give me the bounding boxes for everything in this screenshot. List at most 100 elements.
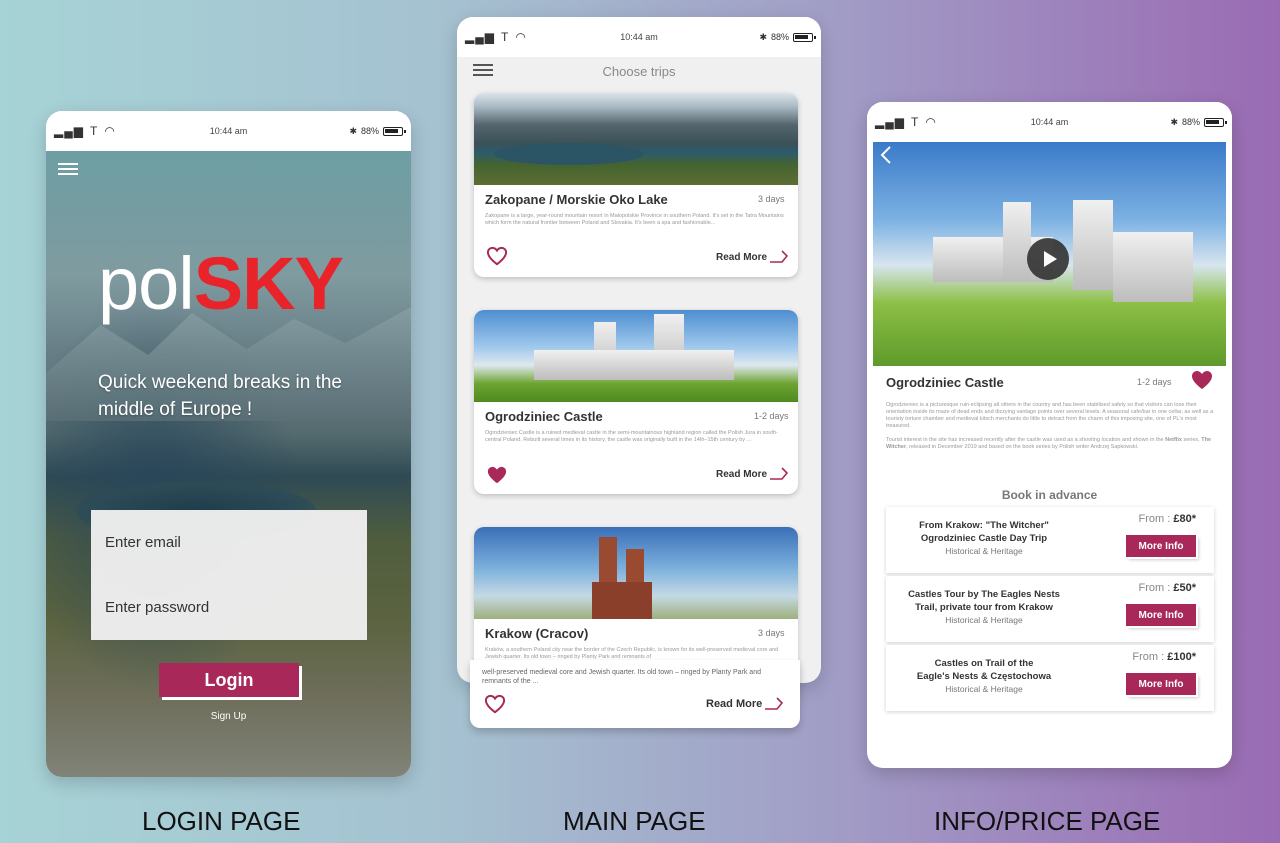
trip-card[interactable]: Zakopane / Morskie Oko Lake 3 days Zakop… bbox=[474, 93, 798, 277]
castle-tower bbox=[1003, 202, 1031, 282]
email-field[interactable] bbox=[91, 510, 367, 575]
caption-main: MAIN PAGE bbox=[563, 806, 706, 836]
offer-item: Castles Tour by The Eagles Nests Trail, p… bbox=[886, 576, 1214, 642]
wifi-icon: ◠ bbox=[515, 30, 527, 44]
castle-tower bbox=[1073, 200, 1113, 290]
login-form bbox=[91, 510, 367, 640]
heart-filled-icon[interactable] bbox=[1190, 369, 1214, 391]
castle-wall bbox=[1113, 232, 1193, 302]
trip-days: 1-2 days bbox=[754, 411, 789, 421]
read-more-link[interactable]: Read More bbox=[716, 250, 789, 264]
trip-days: 1-2 days bbox=[1137, 377, 1172, 387]
status-time: 10:44 am bbox=[620, 32, 658, 42]
description-paragraph: Ogrodzieniec is a picturesque ruin eclip… bbox=[886, 402, 1214, 429]
trip-description: Kraków, a southern Poland city near the … bbox=[485, 647, 779, 660]
wifi-icon: ◠ bbox=[925, 115, 937, 129]
carrier-icon: T bbox=[910, 115, 920, 129]
trip-card-overflow[interactable]: well-preserved medieval core and Jewish … bbox=[470, 660, 800, 728]
castle-wall bbox=[534, 350, 734, 380]
trip-description: Zakopane is a large, year-round mountain… bbox=[485, 213, 784, 226]
battery-icon bbox=[793, 32, 816, 42]
church-body bbox=[592, 582, 652, 619]
caption-info: INFO/PRICE PAGE bbox=[934, 806, 1161, 836]
offer-price: From : £50* bbox=[1138, 582, 1196, 594]
hamburger-menu-icon[interactable] bbox=[58, 163, 78, 177]
heart-outline-icon[interactable] bbox=[484, 694, 506, 714]
read-more-label: Read More bbox=[716, 468, 768, 480]
caption-login: LOGIN PAGE bbox=[142, 806, 301, 836]
status-bar: ▂▄▆ T ◠ 10:44 am ✱ 88% bbox=[457, 17, 821, 57]
app-logo: polSKY bbox=[98, 242, 344, 325]
carrier-icon: T bbox=[500, 30, 510, 44]
app-bar: Choose trips bbox=[457, 57, 821, 85]
battery-percent: 88% bbox=[1181, 117, 1200, 127]
signal-icon: ▂▄▆ bbox=[54, 124, 84, 138]
trip-title: Krakow (Cracov) bbox=[485, 626, 589, 641]
carrier-icon: T bbox=[89, 124, 99, 138]
status-bar: ▂▄▆ T ◠ 10:44 am ✱ 88% bbox=[867, 102, 1232, 142]
back-chevron-icon[interactable] bbox=[880, 146, 892, 164]
battery-icon bbox=[1204, 117, 1227, 127]
bluetooth-icon: ✱ bbox=[1170, 116, 1178, 127]
tagline: Quick weekend breaks in the middle of Eu… bbox=[98, 372, 342, 420]
wifi-icon: ◠ bbox=[104, 124, 116, 138]
page-title: Choose trips bbox=[602, 63, 676, 79]
read-more-label: Read More bbox=[716, 251, 768, 263]
bluetooth-icon: ✱ bbox=[759, 31, 767, 42]
status-bar: ▂▄▆ T ◠ 10:44 am ✱ 88% bbox=[46, 111, 411, 151]
login-phone: ▂▄▆ T ◠ 10:44 am ✱ 88% polSKY Quick week… bbox=[46, 111, 411, 777]
arrow-right-icon bbox=[765, 697, 784, 710]
signal-icons: ▂▄▆ T ◠ bbox=[54, 124, 116, 138]
play-video-button[interactable] bbox=[1027, 238, 1069, 280]
signal-icons: ▂▄▆ T ◠ bbox=[875, 115, 937, 129]
status-right: ✱ 88% bbox=[349, 125, 406, 137]
offer-title: From Krakow: "The Witcher" Ogrodziniec Ca… bbox=[919, 520, 1049, 556]
trip-card[interactable]: Ogrodziniec Castle 1-2 days Ogrodzieniec… bbox=[474, 310, 798, 494]
trip-image bbox=[474, 310, 798, 402]
password-field[interactable] bbox=[91, 575, 367, 640]
trip-image bbox=[474, 93, 798, 185]
battery-percent: 88% bbox=[770, 32, 789, 42]
offer-title: Castles Tour by The Eagles Nests Trail, p… bbox=[908, 589, 1060, 625]
offer-price: From : £80* bbox=[1138, 513, 1196, 525]
signal-icons: ▂▄▆ T ◠ bbox=[465, 30, 527, 44]
trip-title: Zakopane / Morskie Oko Lake bbox=[485, 192, 668, 207]
more-info-button[interactable]: More Info bbox=[1126, 604, 1196, 626]
status-right: ✱ 88% bbox=[1170, 116, 1227, 128]
signup-link[interactable]: Sign Up bbox=[46, 711, 411, 722]
trip-days: 3 days bbox=[758, 194, 785, 204]
offer-item: Castles on Trail of the Eagle's Nests & C… bbox=[886, 645, 1214, 711]
offer-title: Castles on Trail of the Eagle's Nests & C… bbox=[916, 658, 1052, 694]
trip-description: Ogrodzieniec Castle is a ruined medieval… bbox=[485, 430, 778, 443]
offer-item: From Krakow: "The Witcher" Ogrodziniec Ca… bbox=[886, 507, 1214, 573]
login-button[interactable]: Login bbox=[159, 663, 299, 697]
lake-shape bbox=[494, 143, 644, 165]
status-right: ✱ 88% bbox=[759, 31, 816, 43]
read-more-link[interactable]: Read More bbox=[716, 467, 789, 481]
description-paragraph: Tourist interest in the site has increas… bbox=[886, 437, 1211, 450]
book-heading: Book in advance bbox=[1001, 488, 1098, 502]
info-phone: ▂▄▆ T ◠ 10:44 am ✱ 88% Ogrodziniec Castl… bbox=[867, 102, 1232, 768]
more-info-button[interactable]: More Info bbox=[1126, 673, 1196, 695]
heart-filled-icon[interactable] bbox=[486, 465, 508, 485]
battery-percent: 88% bbox=[360, 126, 379, 136]
bluetooth-icon: ✱ bbox=[349, 125, 357, 136]
trip-title: Ogrodziniec Castle bbox=[485, 409, 603, 424]
signal-icon: ▂▄▆ bbox=[875, 115, 905, 129]
signal-icon: ▂▄▆ bbox=[465, 30, 495, 44]
read-more-link[interactable]: Read More bbox=[706, 697, 784, 711]
arrow-right-icon bbox=[770, 467, 789, 480]
castle-title: Ogrodziniec Castle bbox=[886, 375, 1004, 390]
trip-image bbox=[474, 527, 798, 619]
heart-outline-icon[interactable] bbox=[486, 246, 508, 266]
trip-days: 3 days bbox=[758, 628, 785, 638]
arrow-right-icon bbox=[770, 250, 789, 263]
trip-description-overflow: well-preserved medieval core and Jewish … bbox=[482, 669, 761, 685]
main-phone: ▂▄▆ T ◠ 10:44 am ✱ 88% Choose trips Zako… bbox=[457, 17, 821, 683]
status-time: 10:44 am bbox=[1030, 117, 1069, 127]
more-info-button[interactable]: More Info bbox=[1126, 535, 1196, 557]
castle-description: Ogrodzieniec is a picturesque ruin eclip… bbox=[886, 402, 1214, 451]
read-more-label: Read More bbox=[706, 698, 763, 710]
battery-icon bbox=[383, 126, 406, 136]
offer-price: From : £100* bbox=[1132, 651, 1196, 663]
